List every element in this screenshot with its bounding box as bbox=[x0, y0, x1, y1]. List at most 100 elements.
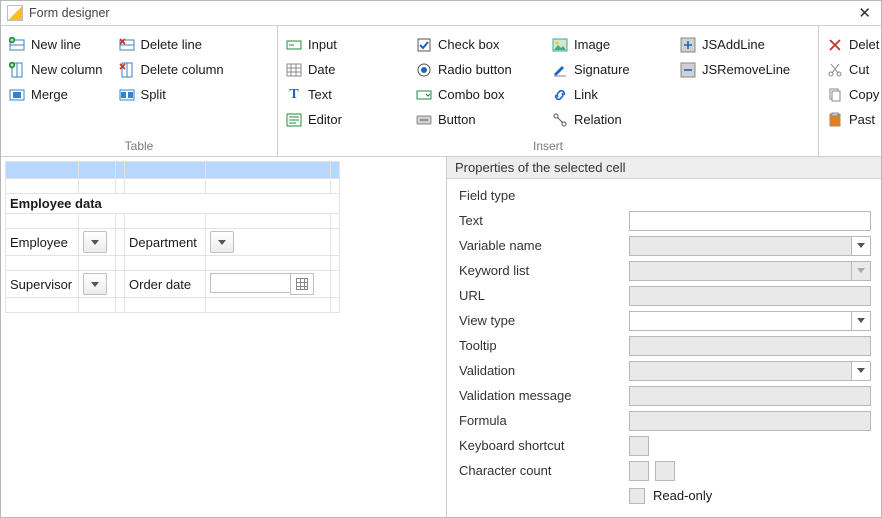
tooltip-field[interactable] bbox=[629, 336, 871, 356]
ribbon-group-table: New line New column Merge bbox=[1, 26, 278, 156]
keyword-list-dropdown[interactable] bbox=[851, 261, 871, 281]
delete-label: Delet bbox=[849, 37, 879, 52]
new-line-icon bbox=[9, 37, 25, 53]
split-label: Split bbox=[141, 87, 166, 102]
merge-button[interactable]: Merge bbox=[5, 82, 107, 107]
label-character-count: Character count bbox=[459, 463, 629, 478]
department-dropdown[interactable] bbox=[210, 231, 234, 253]
delete-column-button[interactable]: Delete column bbox=[115, 57, 228, 82]
label-validation: Validation bbox=[459, 363, 629, 378]
merge-label: Merge bbox=[31, 87, 68, 102]
button-icon bbox=[416, 112, 432, 128]
validation-field[interactable] bbox=[629, 361, 851, 381]
checkbox-button[interactable]: Check box bbox=[412, 32, 540, 57]
delete-line-label: Delete line bbox=[141, 37, 202, 52]
checkbox-icon bbox=[416, 37, 432, 53]
formula-field[interactable] bbox=[629, 411, 871, 431]
input-icon bbox=[286, 37, 302, 53]
text-button[interactable]: T Text bbox=[282, 82, 404, 107]
cut-icon bbox=[827, 62, 843, 78]
new-column-icon bbox=[9, 62, 25, 78]
relation-button[interactable]: Relation bbox=[548, 107, 668, 132]
order-date-input[interactable] bbox=[210, 273, 290, 293]
image-icon bbox=[552, 37, 568, 53]
view-type-dropdown[interactable] bbox=[851, 311, 871, 331]
copy-label: Copy bbox=[849, 87, 879, 102]
label-employee: Employee bbox=[6, 229, 79, 256]
signature-button[interactable]: Signature bbox=[548, 57, 668, 82]
read-only-checkbox[interactable] bbox=[629, 488, 645, 504]
label-validation-message: Validation message bbox=[459, 388, 629, 403]
js-add-line-button[interactable]: JSAddLine bbox=[676, 32, 794, 57]
cut-button[interactable]: Cut bbox=[823, 57, 882, 82]
text-label: Text bbox=[308, 87, 332, 102]
date-label: Date bbox=[308, 62, 335, 77]
delete-button[interactable]: Delet bbox=[823, 32, 882, 57]
validation-message-field[interactable] bbox=[629, 386, 871, 406]
combo-button[interactable]: Combo box bbox=[412, 82, 540, 107]
label-view-type: View type bbox=[459, 313, 629, 328]
new-column-button[interactable]: New column bbox=[5, 57, 107, 82]
employee-dropdown[interactable] bbox=[83, 231, 107, 253]
radio-label: Radio button bbox=[438, 62, 512, 77]
label-formula: Formula bbox=[459, 413, 629, 428]
ribbon-group-clipboard: Delet Cut Copy Past bbox=[819, 26, 881, 156]
signature-icon bbox=[552, 62, 568, 78]
order-date-field[interactable] bbox=[210, 273, 314, 295]
paste-button[interactable]: Past bbox=[823, 107, 882, 132]
radio-icon bbox=[416, 62, 432, 78]
supervisor-dropdown[interactable] bbox=[83, 273, 107, 295]
label-field-type: Field type bbox=[459, 188, 629, 203]
copy-button[interactable]: Copy bbox=[823, 82, 882, 107]
editor-button[interactable]: Editor bbox=[282, 107, 404, 132]
char-count-max[interactable] bbox=[655, 461, 675, 481]
label-order-date: Order date bbox=[125, 271, 206, 298]
char-count-min[interactable] bbox=[629, 461, 649, 481]
url-field[interactable] bbox=[629, 286, 871, 306]
delete-line-button[interactable]: Delete line bbox=[115, 32, 228, 57]
combo-label: Combo box bbox=[438, 87, 504, 102]
section-title: Employee data bbox=[6, 194, 340, 214]
label-url: URL bbox=[459, 288, 629, 303]
image-button[interactable]: Image bbox=[548, 32, 668, 57]
keyword-list-field[interactable] bbox=[629, 261, 851, 281]
date-icon bbox=[286, 62, 302, 78]
view-type-field[interactable] bbox=[629, 311, 851, 331]
label-department: Department bbox=[125, 229, 206, 256]
delete-line-icon bbox=[119, 37, 135, 53]
copy-icon bbox=[827, 87, 843, 103]
label-variable-name: Variable name bbox=[459, 238, 629, 253]
js-add-icon bbox=[680, 37, 696, 53]
calendar-icon[interactable] bbox=[290, 273, 314, 295]
input-label: Input bbox=[308, 37, 337, 52]
delete-column-label: Delete column bbox=[141, 62, 224, 77]
window-title: Form designer bbox=[29, 6, 854, 20]
ribbon-group-insert-label: Insert bbox=[282, 139, 814, 156]
variable-name-dropdown[interactable] bbox=[851, 236, 871, 256]
new-line-button[interactable]: New line bbox=[5, 32, 107, 57]
close-icon[interactable]: ✕ bbox=[854, 4, 875, 22]
keyboard-shortcut-button[interactable] bbox=[629, 436, 649, 456]
button-button[interactable]: Button bbox=[412, 107, 540, 132]
js-remove-icon bbox=[680, 62, 696, 78]
link-label: Link bbox=[574, 87, 598, 102]
form-canvas[interactable]: Employee data Employee Department Superv… bbox=[1, 157, 447, 518]
editor-icon bbox=[286, 112, 302, 128]
variable-name-field[interactable] bbox=[629, 236, 851, 256]
ribbon: New line New column Merge bbox=[1, 26, 881, 157]
validation-dropdown[interactable] bbox=[851, 361, 871, 381]
date-button[interactable]: Date bbox=[282, 57, 404, 82]
input-button[interactable]: Input bbox=[282, 32, 404, 57]
js-remove-line-button[interactable]: JSRemoveLine bbox=[676, 57, 794, 82]
label-keyword-list: Keyword list bbox=[459, 263, 629, 278]
js-remove-label: JSRemoveLine bbox=[702, 62, 790, 77]
split-icon bbox=[119, 87, 135, 103]
radio-button[interactable]: Radio button bbox=[412, 57, 540, 82]
text-field[interactable] bbox=[629, 211, 871, 231]
app-icon bbox=[7, 5, 23, 21]
js-add-label: JSAddLine bbox=[702, 37, 765, 52]
title-bar: Form designer ✕ bbox=[1, 1, 881, 26]
link-button[interactable]: Link bbox=[548, 82, 668, 107]
split-button[interactable]: Split bbox=[115, 82, 228, 107]
editor-label: Editor bbox=[308, 112, 342, 127]
